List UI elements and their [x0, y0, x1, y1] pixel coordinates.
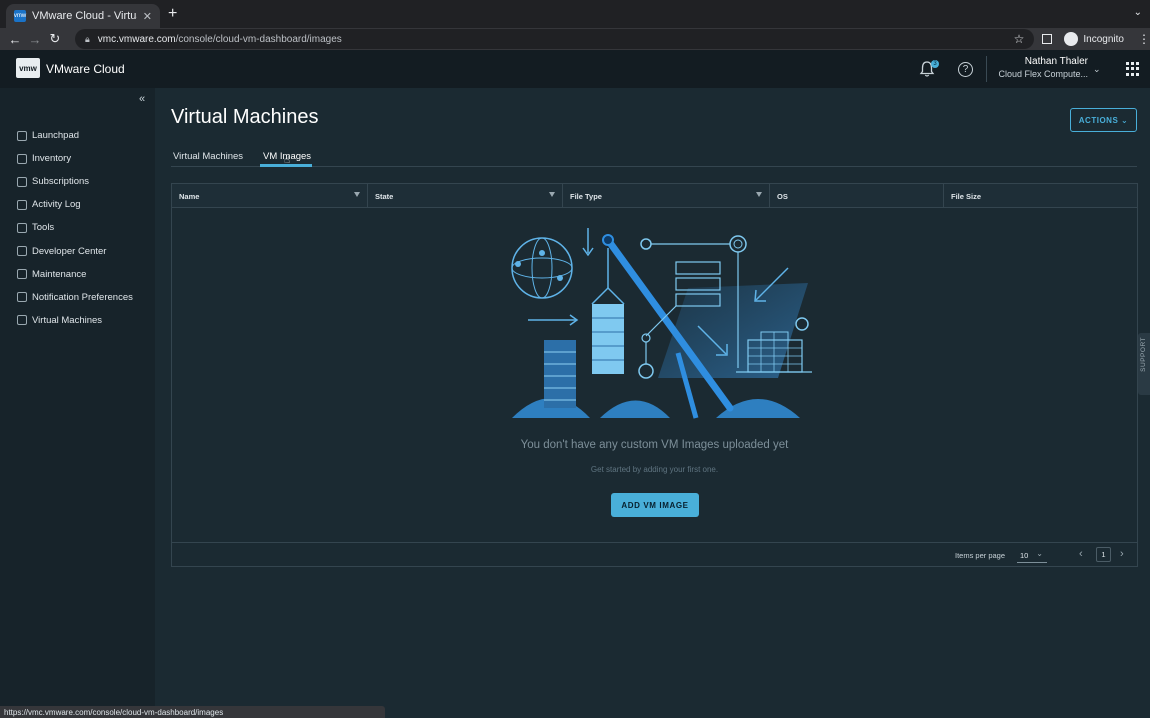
- bookmark-star-icon[interactable]: ☆: [1014, 32, 1025, 46]
- browser-toolbar: ← → ↻ 🔒︎ vmc.vmware.com/console/cloud-vm…: [0, 28, 1150, 50]
- sidebar-nav: Launchpad Inventory Subscriptions Activi…: [0, 124, 155, 332]
- sidebar-item-label: Subscriptions: [32, 176, 90, 188]
- chevron-down-icon: ⌄: [1036, 549, 1043, 558]
- sidebar-item-developer-center[interactable]: Developer Center: [0, 239, 155, 262]
- support-label: SUPPORT: [1140, 337, 1147, 372]
- sidebar-item-label: Tools: [32, 222, 55, 234]
- empty-state-message: You don't have any custom VM Images uplo…: [520, 439, 789, 451]
- new-tab-icon[interactable]: +: [168, 5, 177, 23]
- browser-tab[interactable]: vmw VMware Cloud - Virtual Machi… ✕: [6, 4, 160, 28]
- filter-icon[interactable]: [549, 192, 555, 197]
- mouse-cursor-icon: ☝: [284, 155, 291, 166]
- inventory-icon: [17, 153, 27, 164]
- page-number-input[interactable]: 1: [1096, 547, 1111, 562]
- url-host: vmc.vmware.com: [97, 33, 176, 45]
- actions-button[interactable]: ACTIONS ⌄: [1070, 108, 1137, 132]
- items-per-page-value: 10: [1020, 551, 1029, 560]
- column-label: Name: [179, 191, 200, 201]
- column-header-name[interactable]: Name: [172, 184, 368, 208]
- sidebar-item-subscriptions[interactable]: Subscriptions: [0, 170, 155, 193]
- sidebar-item-virtual-machines[interactable]: Virtual Machines: [0, 309, 155, 332]
- tab-search-chevron-icon[interactable]: ⌄: [1134, 7, 1142, 18]
- notification-count-badge: 3: [931, 60, 939, 68]
- column-label: File Type: [570, 191, 602, 201]
- url-path: /console/cloud-vm-dashboard/images: [175, 33, 342, 45]
- column-label: OS: [777, 191, 788, 201]
- next-page-icon[interactable]: ›: [1120, 548, 1124, 560]
- column-label: State: [375, 191, 394, 201]
- back-icon[interactable]: ←: [5, 32, 25, 47]
- side-panel-icon[interactable]: [1042, 34, 1053, 44]
- collapse-sidebar-icon[interactable]: «: [139, 93, 145, 105]
- sidebar-item-launchpad[interactable]: Launchpad: [0, 124, 155, 147]
- wrench-icon: [17, 269, 27, 280]
- items-per-page-label: Items per page: [955, 551, 1006, 560]
- add-vm-image-button[interactable]: ADD VM IMAGE: [611, 493, 699, 517]
- user-menu-chevron-icon[interactable]: ⌄: [1093, 64, 1101, 75]
- calendar-icon: [17, 176, 27, 187]
- app-header: vmw VMware Cloud 3 ? Nathan Thaler Cloud…: [0, 50, 1150, 88]
- sliders-icon: [17, 292, 27, 303]
- brand-title: VMware Cloud: [46, 62, 125, 76]
- user-org: Cloud Flex Compute...: [998, 69, 1088, 79]
- vmware-favicon-icon: vmw: [14, 10, 26, 22]
- sidebar-item-label: Developer Center: [32, 245, 107, 257]
- column-header-os[interactable]: OS: [770, 184, 944, 208]
- previous-page-icon[interactable]: ‹: [1079, 548, 1083, 560]
- empty-state-illustration: [511, 228, 812, 419]
- main-content: Virtual Machines ACTIONS ⌄ Virtual Machi…: [155, 88, 1150, 703]
- user-menu[interactable]: Nathan Thaler Cloud Flex Compute...: [996, 56, 1088, 79]
- address-bar[interactable]: 🔒︎ vmc.vmware.com/console/cloud-vm-dashb…: [75, 29, 1035, 49]
- sidebar-item-label: Notification Preferences: [32, 291, 133, 303]
- sidebar-item-label: Virtual Machines: [32, 314, 103, 326]
- sidebar-item-label: Activity Log: [32, 199, 81, 211]
- column-label: File Size: [951, 191, 982, 201]
- support-tab[interactable]: SUPPORT: [1138, 333, 1150, 395]
- items-per-page-select[interactable]: 10 ⌄: [1017, 547, 1047, 563]
- tab-virtual-machines[interactable]: Virtual Machines: [173, 151, 243, 162]
- sidebar-item-inventory[interactable]: Inventory: [0, 147, 155, 170]
- column-header-file-size[interactable]: File Size: [944, 184, 1137, 208]
- page-title: Virtual Machines: [171, 106, 319, 128]
- empty-state-subtext: Get started by adding your first one.: [590, 465, 719, 474]
- sidebar-item-activity-log[interactable]: Activity Log: [0, 193, 155, 216]
- vm-icon: [17, 315, 27, 326]
- filter-icon[interactable]: [354, 192, 360, 197]
- sidebar-item-notification-preferences[interactable]: Notification Preferences: [0, 286, 155, 309]
- sidebar: « Launchpad Inventory Subscriptions Acti…: [0, 88, 155, 718]
- user-name: Nathan Thaler: [1024, 56, 1088, 67]
- column-header-state[interactable]: State: [368, 184, 563, 208]
- actions-label: ACTIONS: [1078, 115, 1119, 125]
- column-header-file-type[interactable]: File Type: [563, 184, 770, 208]
- sidebar-item-label: Launchpad: [32, 130, 80, 142]
- datagrid-footer: Items per page 10 ⌄ ‹ 1 ›: [172, 542, 1137, 566]
- sidebar-item-maintenance[interactable]: Maintenance: [0, 263, 155, 286]
- list-icon: [17, 199, 27, 210]
- incognito-icon: [1064, 32, 1079, 46]
- help-icon[interactable]: ?: [958, 62, 973, 77]
- rocket-icon: [17, 130, 27, 141]
- close-tab-icon[interactable]: ✕: [143, 10, 152, 23]
- browser-tab-bar: vmw VMware Cloud - Virtual Machi… ✕ + ⌄: [0, 0, 1150, 28]
- tab-bar: Virtual Machines VM Images: [171, 148, 1137, 167]
- code-icon: [17, 246, 27, 257]
- status-bar-url: https://vmc.vmware.com/console/cloud-vm-…: [0, 706, 385, 718]
- forward-icon[interactable]: →: [25, 32, 45, 47]
- app-switcher-icon[interactable]: [1126, 62, 1140, 76]
- header-divider: [986, 56, 987, 82]
- browser-menu-icon[interactable]: ⋮: [1138, 32, 1150, 46]
- filter-icon[interactable]: [756, 192, 762, 197]
- briefcase-icon: [17, 222, 27, 233]
- profile-label[interactable]: Incognito: [1083, 34, 1124, 45]
- browser-tab-title: VMware Cloud - Virtual Machi…: [32, 10, 137, 22]
- reload-icon[interactable]: ↻: [45, 31, 65, 47]
- vmware-logo: vmw: [16, 58, 40, 78]
- datagrid-header: Name State File Type OS File Size: [172, 184, 1137, 208]
- vm-images-datagrid: Name State File Type OS File Size You do…: [171, 183, 1138, 567]
- sidebar-item-tools[interactable]: Tools: [0, 216, 155, 239]
- sidebar-item-label: Maintenance: [32, 268, 87, 280]
- sidebar-item-label: Inventory: [32, 153, 72, 165]
- lock-icon: 🔒︎: [85, 33, 90, 44]
